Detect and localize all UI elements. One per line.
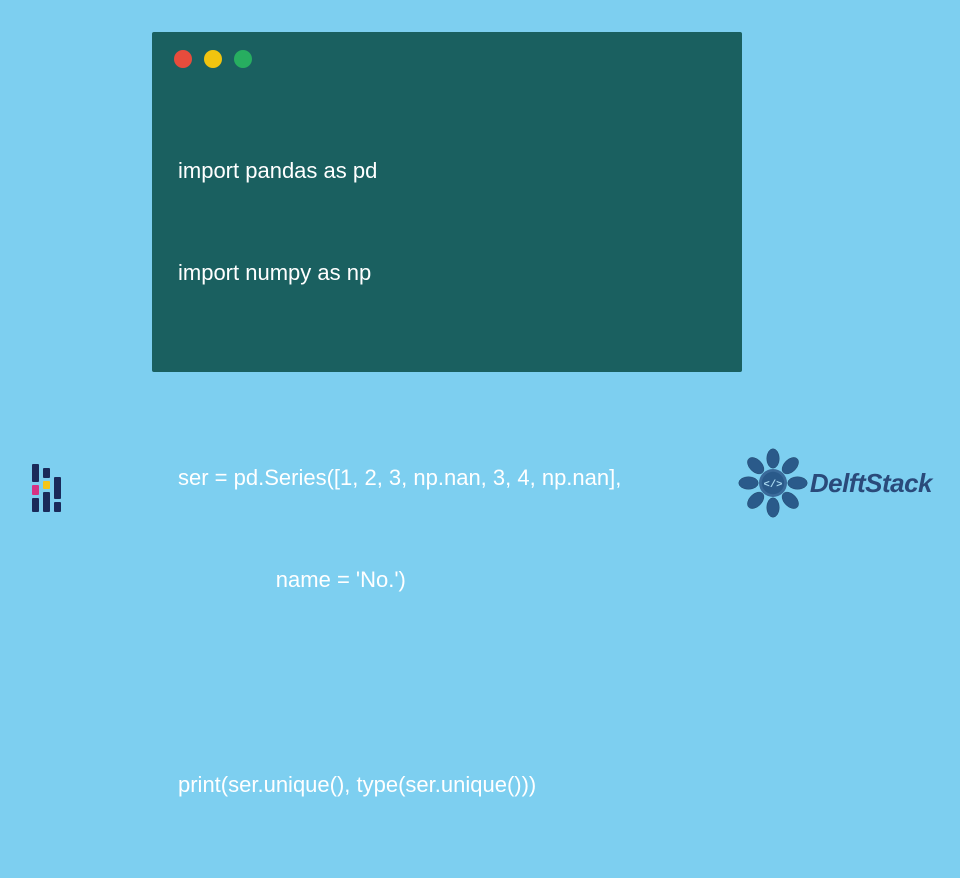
code-line: import pandas as pd — [178, 154, 716, 188]
maximize-dot-icon — [234, 50, 252, 68]
blank-line — [178, 666, 716, 700]
code-line: name = 'No.') — [178, 563, 716, 597]
code-line: ser = pd.Series([1, 2, 3, np.nan, 3, 4, … — [178, 461, 716, 495]
blank-line — [178, 359, 716, 393]
svg-text:</>: </> — [763, 479, 782, 491]
code-line: print(ser.unique(), type(ser.unique())) — [178, 768, 716, 802]
flower-icon: </> — [738, 448, 808, 518]
brand-logo: </> DelftStack — [738, 448, 932, 518]
brand-name: DelftStack — [810, 468, 932, 499]
code-window: import pandas as pd import numpy as np s… — [152, 32, 742, 372]
close-dot-icon — [174, 50, 192, 68]
minimize-dot-icon — [204, 50, 222, 68]
code-block: import pandas as pd import numpy as np s… — [152, 78, 742, 878]
code-line: import numpy as np — [178, 256, 716, 290]
left-logo-icon — [32, 464, 61, 512]
window-controls — [152, 32, 742, 78]
